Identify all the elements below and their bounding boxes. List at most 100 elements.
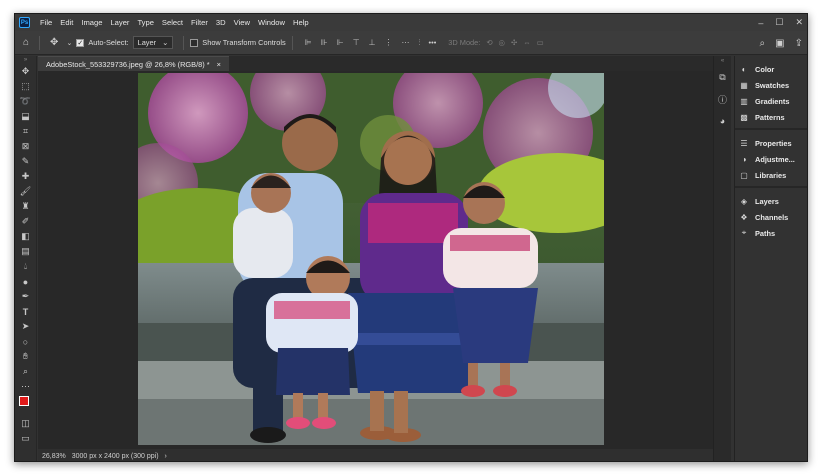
collapse-icon[interactable]: «: [714, 56, 731, 66]
menu-type[interactable]: Type: [133, 18, 157, 27]
align-buttons: ⊫ ⊪ ⊩ ⊤ ⊥ ⋮ ⋯ ⫶: [305, 38, 421, 48]
share-icon[interactable]: ⇪: [795, 38, 803, 49]
path-select-tool-icon[interactable]: ➤: [15, 319, 36, 334]
3d-camera-icon[interactable]: ▭: [537, 38, 544, 47]
lasso-tool-icon[interactable]: ➰: [15, 94, 36, 109]
status-menu-arrow[interactable]: ›: [165, 453, 167, 460]
frame-tool-icon[interactable]: ⊠: [15, 139, 36, 154]
chevron-down-icon: ⌄: [162, 38, 169, 47]
shape-tool-icon[interactable]: ○: [15, 334, 36, 349]
blur-tool-icon[interactable]: 💧︎: [15, 259, 36, 274]
options-bar: ⌂ ✥ ⌄ ✓ Auto-Select: Layer ⌄ Show Transf…: [15, 31, 807, 55]
distribute-vertical-icon[interactable]: ⫶: [419, 38, 421, 48]
photoshop-logo-icon[interactable]: Ps: [19, 17, 30, 28]
foreground-color-swatch[interactable]: [19, 396, 29, 406]
eraser-tool-icon[interactable]: ◧: [15, 229, 36, 244]
panel-color[interactable]: ◐ Color: [735, 61, 807, 77]
panel-group-color: ◐ Color ▦ Swatches ▥ Gradients ▩ Pattern…: [735, 56, 807, 130]
type-tool-icon[interactable]: T: [15, 304, 36, 319]
pen-tool-icon[interactable]: ✒: [15, 289, 36, 304]
3d-roll-icon[interactable]: ◎: [499, 38, 505, 47]
align-left-icon[interactable]: ⊫: [305, 38, 312, 48]
menu-image[interactable]: Image: [77, 18, 106, 27]
panel-swatches[interactable]: ▦ Swatches: [735, 77, 807, 93]
panel-gradients[interactable]: ▥ Gradients: [735, 93, 807, 109]
history-panel-icon[interactable]: ⧉: [714, 66, 731, 88]
menu-select[interactable]: Select: [158, 18, 187, 27]
panels-dock: ◐ Color ▦ Swatches ▥ Gradients ▩ Pattern…: [734, 56, 807, 461]
panel-adjustments[interactable]: ◑ Adjustme...: [735, 151, 807, 167]
3d-pan-icon[interactable]: ✣: [511, 38, 517, 47]
stamp-tool-icon[interactable]: ♜: [15, 199, 36, 214]
divider: [39, 35, 41, 50]
panel-patterns[interactable]: ▩ Patterns: [735, 109, 807, 125]
panel-channels[interactable]: ❖ Channels: [735, 209, 807, 225]
menu-file[interactable]: File: [36, 18, 56, 27]
menu-filter[interactable]: Filter: [187, 18, 212, 27]
actions-panel-icon[interactable]: ◕: [714, 110, 731, 132]
dodge-tool-icon[interactable]: ●: [15, 274, 36, 289]
auto-select-label: Auto-Select:: [88, 38, 129, 47]
move-tool-icon[interactable]: ✥: [15, 64, 36, 79]
hand-tool-icon[interactable]: ✋︎: [15, 349, 36, 364]
align-right-icon[interactable]: ⊩: [337, 38, 344, 48]
object-select-tool-icon[interactable]: ⬓: [15, 109, 36, 124]
close-tab-icon[interactable]: ×: [217, 60, 221, 69]
document-tab[interactable]: AdobeStock_553329736.jpeg @ 26,8% (RGB/8…: [38, 56, 229, 71]
align-center-icon[interactable]: ⊪: [321, 38, 328, 48]
close-button[interactable]: ✕: [795, 17, 803, 28]
home-icon[interactable]: ⌂: [15, 37, 33, 48]
document-canvas-image[interactable]: [138, 73, 604, 445]
document-tab-bar: AdobeStock_553329736.jpeg @ 26,8% (RGB/8…: [38, 56, 713, 71]
align-middle-icon[interactable]: ⊥: [369, 38, 376, 48]
adjustments-icon: ◑: [741, 154, 747, 164]
crop-tool-icon[interactable]: ⌗: [15, 124, 36, 139]
history-brush-tool-icon[interactable]: ✐: [15, 214, 36, 229]
libraries-icon: ▢: [740, 170, 748, 180]
chevron-down-icon[interactable]: ⌄: [62, 39, 76, 47]
zoom-tool-icon[interactable]: ⌕: [15, 364, 36, 379]
color-swatches[interactable]: [15, 394, 36, 416]
layers-icon: ◈: [740, 196, 748, 206]
healing-tool-icon[interactable]: ✚: [15, 169, 36, 184]
canvas-workspace[interactable]: [38, 71, 713, 449]
collapse-icon[interactable]: »: [15, 56, 36, 64]
info-panel-icon[interactable]: ⓘ: [714, 88, 731, 110]
layer-dropdown-value: Layer: [137, 38, 157, 47]
menu-view[interactable]: View: [230, 18, 254, 27]
distribute-icon[interactable]: ⋮: [385, 38, 393, 48]
maximize-button[interactable]: ☐: [775, 17, 783, 28]
align-top-icon[interactable]: ⊤: [353, 38, 360, 48]
paths-icon: ⌖: [741, 228, 747, 237]
gradient-tool-icon[interactable]: ▤: [15, 244, 36, 259]
marquee-tool-icon[interactable]: ⬚: [15, 79, 36, 94]
family-photo: [138, 73, 604, 445]
3d-slide-icon[interactable]: ⇔: [523, 38, 530, 47]
menu-layer[interactable]: Layer: [106, 18, 133, 27]
workspace-icon[interactable]: ▣: [775, 38, 784, 49]
menu-3d[interactable]: 3D: [212, 18, 230, 27]
more-options-button[interactable]: •••: [429, 38, 437, 47]
panel-layers[interactable]: ◈ Layers: [735, 193, 807, 209]
quick-mask-icon[interactable]: ◫: [15, 416, 36, 431]
menu-window[interactable]: Window: [254, 18, 289, 27]
eyedropper-tool-icon[interactable]: ✎: [15, 154, 36, 169]
menu-edit[interactable]: Edit: [56, 18, 77, 27]
show-transform-checkbox[interactable]: [190, 38, 199, 47]
move-tool-icon[interactable]: ✥: [46, 37, 62, 48]
distribute-horizontal-icon[interactable]: ⋯: [402, 38, 410, 48]
panel-paths[interactable]: ⌖ Paths: [735, 225, 807, 241]
auto-select-checkbox[interactable]: ✓: [76, 38, 85, 47]
edit-toolbar-icon[interactable]: ⋯: [15, 379, 36, 394]
menu-help[interactable]: Help: [289, 18, 313, 27]
layer-dropdown[interactable]: Layer ⌄: [132, 36, 174, 49]
brush-tool-icon[interactable]: 🖌︎: [15, 184, 36, 199]
panel-properties[interactable]: ☰ Properties: [735, 135, 807, 151]
zoom-level[interactable]: 26,83%: [42, 453, 66, 460]
search-icon[interactable]: ⌕: [760, 38, 766, 49]
minimize-button[interactable]: –: [758, 18, 763, 28]
3d-rotate-icon[interactable]: ⟲: [486, 38, 492, 47]
patterns-icon: ▩: [740, 112, 748, 122]
screen-mode-icon[interactable]: ▭: [15, 431, 36, 446]
panel-libraries[interactable]: ▢ Libraries: [735, 167, 807, 183]
